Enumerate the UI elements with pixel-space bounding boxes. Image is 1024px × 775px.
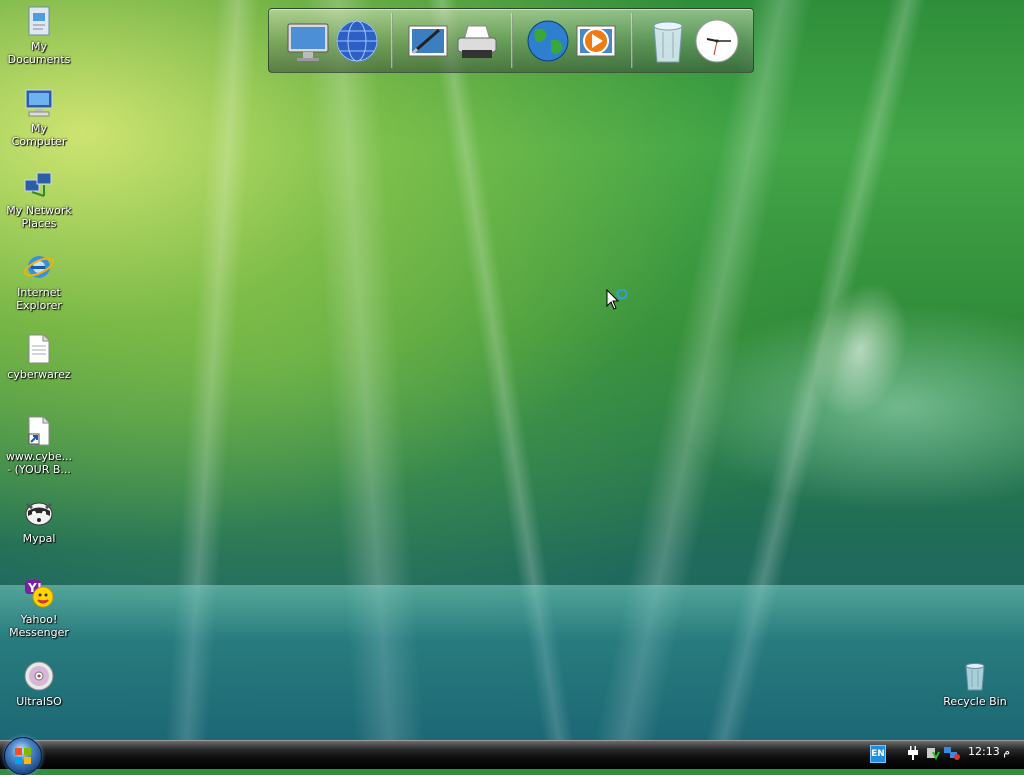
dock-bar [268,8,754,73]
security-shield-icon[interactable] [926,745,940,761]
desktop-icon-label: Yahoo! Messenger [9,613,69,639]
media-player-icon[interactable] [573,17,619,65]
windows-logo-icon [15,748,31,764]
desktop-icon-my-documents[interactable]: My Documents [1,4,77,66]
desktop-icon-label: Mypal [22,532,56,545]
language-indicator[interactable]: EN [870,745,886,763]
desktop-icon-website-shortcut[interactable]: www.cybe... - (YOUR B... [1,414,77,476]
network-connection-icon[interactable] [944,745,960,761]
desktop-icon-mypal[interactable]: Mypal [1,496,77,545]
clock-icon[interactable] [694,17,740,65]
power-plug-icon[interactable] [906,745,920,761]
ultraiso-disc-icon [22,659,56,693]
mypal-browser-icon [22,496,56,530]
desktop-icon-recycle-bin[interactable]: Recycle Bin [937,659,1013,708]
printer-icon[interactable] [454,17,500,65]
my-documents-icon [22,4,56,38]
earth-globe-icon[interactable] [525,17,571,65]
desktop-icon-internet-explorer[interactable]: Internet Explorer [1,250,77,312]
desktop-horizon [0,585,1024,740]
desktop-icon-label: cyberwarez [7,368,71,381]
desktop-icon-ultraiso[interactable]: UltraISO [1,659,77,708]
yahoo-messenger-icon: Y! [22,577,56,611]
internet-explorer-icon [22,250,56,284]
desktop-icon-network-places[interactable]: My Network Places [1,168,77,230]
recycle-bin-icon [958,659,992,693]
desktop-icon-label: www.cybe... - (YOUR B... [5,450,73,476]
my-computer-icon [22,86,56,120]
start-button[interactable] [4,737,42,775]
desktop-icon-label: UltraISO [16,695,62,708]
network-places-icon [22,168,56,202]
desktop-icon-label: Recycle Bin [943,695,1007,708]
mouse-pointer-busy-icon [606,288,630,316]
taskbar-clock[interactable]: 12:13 م [968,745,1010,758]
network-globe-icon[interactable] [334,17,380,65]
desktop-icon-my-computer[interactable]: My Computer [1,86,77,148]
desktop-icon-yahoo-messenger[interactable]: Y! Yahoo! Messenger [1,577,77,639]
monitor-icon[interactable] [285,17,331,65]
trash-can-icon[interactable] [645,17,691,65]
desktop-icon-label: Internet Explorer [16,286,62,312]
shortcut-file-icon [22,414,56,448]
desktop-icon-cyberwarez[interactable]: cyberwarez [1,332,77,381]
desktop-icon-label: My Network Places [6,204,72,230]
picture-editor-icon[interactable] [405,17,451,65]
text-file-icon [22,332,56,366]
desktop-icon-label: My Documents [7,40,71,66]
desktop-icon-label: My Computer [11,122,67,148]
desktop-background[interactable] [0,0,1024,740]
